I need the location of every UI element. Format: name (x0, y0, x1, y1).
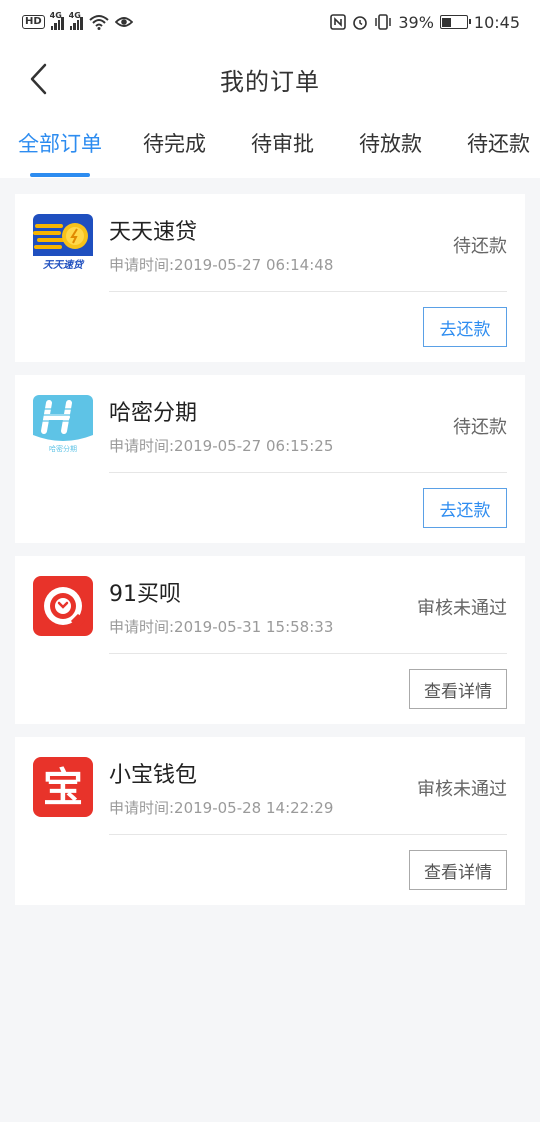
tab-pending-completion[interactable]: 待完成 (143, 128, 206, 158)
order-card[interactable]: 哈密分期 哈密分期 申请时间:2019-05-27 06:15:25 待还款 去… (15, 375, 525, 543)
order-card[interactable]: 91买呗 申请时间:2019-05-31 15:58:33 审核未通过 查看详情 (15, 556, 525, 724)
eye-icon (114, 17, 133, 27)
nfc-icon (330, 14, 347, 30)
divider (109, 291, 507, 292)
signal-icon: 4G (50, 11, 64, 30)
divider (109, 834, 507, 835)
svg-text:哈密分期: 哈密分期 (49, 444, 77, 453)
battery-icon (439, 15, 471, 29)
order-card[interactable]: 天天速贷 天天速贷 申请时间:2019-05-27 06:14:48 待还款 去… (15, 194, 525, 362)
nav-bar: 我的订单 (0, 44, 540, 114)
battery-percent: 39% (398, 12, 434, 32)
repay-button[interactable]: 去还款 (423, 488, 507, 528)
order-time: 申请时间:2019-05-31 15:58:33 (109, 618, 334, 636)
tab-pending-repayment[interactable]: 待还款 (467, 128, 530, 158)
hd-badge: HD (22, 15, 45, 29)
tab-all-orders[interactable]: 全部订单 (18, 128, 102, 158)
signal-icon: 4G (69, 11, 83, 30)
status-bar: HD 4G 4G 39% 10:45 (0, 0, 540, 44)
order-name: 天天速贷 (109, 220, 198, 245)
order-list: 天天速贷 天天速贷 申请时间:2019-05-27 06:14:48 待还款 去… (15, 194, 525, 918)
order-name: 小宝钱包 (109, 763, 198, 788)
order-name: 91买呗 (109, 582, 181, 607)
alarm-icon (353, 16, 368, 30)
back-button[interactable] (22, 62, 56, 96)
clock: 10:45 (473, 12, 520, 32)
wifi-icon (89, 15, 109, 30)
order-status: 审核未通过 (417, 779, 507, 800)
order-status: 待还款 (453, 417, 507, 438)
svg-text:天天速贷: 天天速贷 (43, 259, 85, 271)
svg-text:宝: 宝 (43, 765, 83, 811)
hami-fenqi-logo: 哈密分期 (33, 395, 93, 455)
91-maibei-logo (33, 576, 93, 636)
order-time: 申请时间:2019-05-28 14:22:29 (109, 799, 334, 817)
tab-bar: 全部订单 待完成 待审批 待放款 待还款 (0, 114, 540, 178)
order-status: 待还款 (453, 236, 507, 257)
page-title: 我的订单 (220, 67, 320, 96)
tab-pending-approval[interactable]: 待审批 (251, 128, 314, 158)
vibrate-icon (375, 14, 392, 30)
tab-indicator (30, 173, 90, 177)
chevron-left-icon (30, 63, 47, 95)
tiantian-sudai-logo: 天天速贷 (33, 214, 93, 274)
xiaobao-qianbao-logo: 宝 (33, 757, 93, 817)
order-time: 申请时间:2019-05-27 06:15:25 (109, 437, 334, 455)
divider (109, 472, 507, 473)
order-time: 申请时间:2019-05-27 06:14:48 (109, 256, 334, 274)
view-details-button[interactable]: 查看详情 (409, 850, 507, 890)
tab-pending-disbursement[interactable]: 待放款 (359, 128, 422, 158)
divider (109, 653, 507, 654)
order-card[interactable]: 宝 小宝钱包 申请时间:2019-05-28 14:22:29 审核未通过 查看… (15, 737, 525, 905)
view-details-button[interactable]: 查看详情 (409, 669, 507, 709)
order-name: 哈密分期 (109, 401, 198, 426)
repay-button[interactable]: 去还款 (423, 307, 507, 347)
order-status: 审核未通过 (417, 598, 507, 619)
